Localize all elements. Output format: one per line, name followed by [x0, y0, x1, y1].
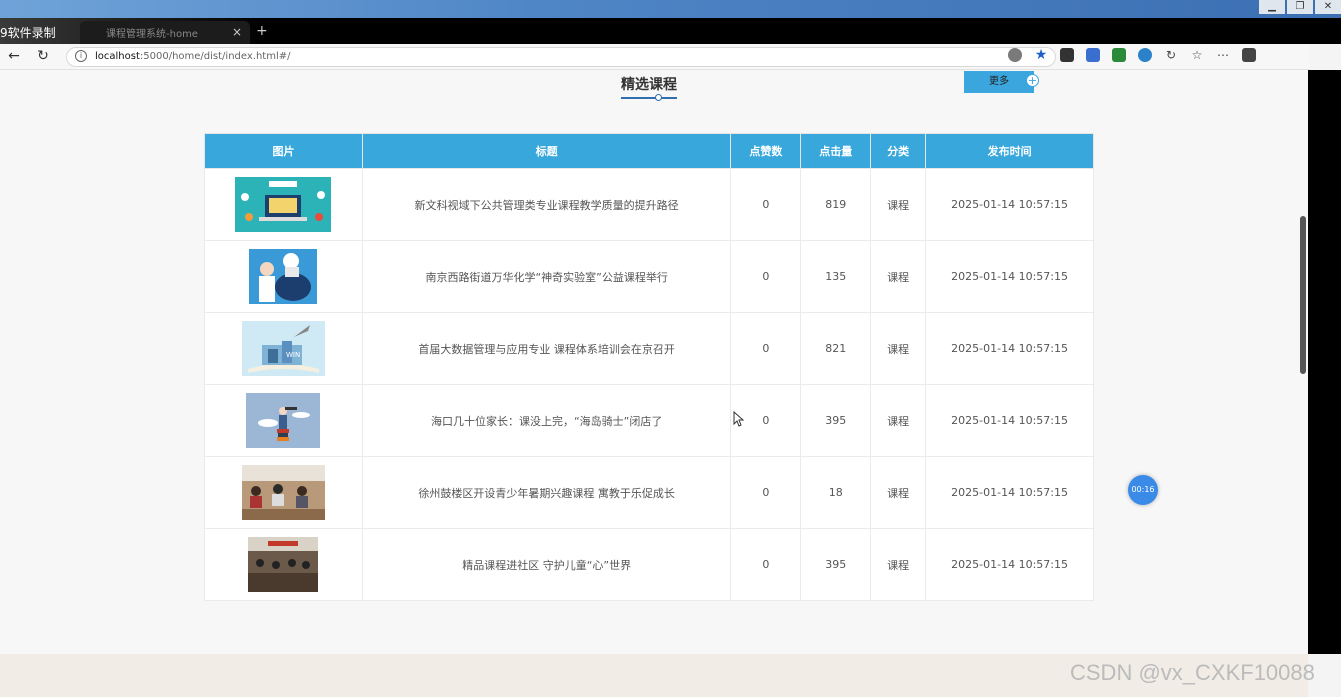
- cell-time: 2025-01-14 10:57:15: [925, 168, 1094, 241]
- extension-green-icon[interactable]: [1112, 48, 1126, 62]
- recorder-label: 9软件录制: [0, 26, 56, 40]
- cell-title[interactable]: 海口几十位家长：课没上完，“海岛骑士”闭店了: [361, 384, 732, 457]
- cell-time: 2025-01-14 10:57:15: [925, 528, 1094, 601]
- new-tab-icon[interactable]: +: [256, 23, 268, 39]
- cell-time: 2025-01-14 10:57:15: [925, 384, 1094, 457]
- favorites-icon[interactable]: ☆: [1190, 48, 1204, 62]
- course-thumbnail[interactable]: [246, 393, 321, 448]
- cell-clicks: 819: [800, 168, 872, 241]
- refresh-ext-icon[interactable]: ↻: [1164, 48, 1178, 62]
- cell-clicks: 135: [800, 240, 872, 313]
- more-button[interactable]: 更多: [964, 71, 1034, 93]
- course-thumbnail[interactable]: [235, 177, 332, 232]
- cell-category: 课程: [870, 528, 927, 601]
- cell-category: 课程: [870, 384, 927, 457]
- star-icon[interactable]: ★: [1034, 48, 1048, 62]
- extension-red-icon[interactable]: [1060, 48, 1074, 62]
- page-content: 精选课程 更多 + 图片 标题 点赞数 点击量 分类 发布时间 新文科视域下公共…: [0, 70, 1308, 654]
- cell-clicks: 395: [800, 384, 872, 457]
- title-dot: [655, 94, 662, 101]
- cell-title[interactable]: 首届大数据管理与应用专业 课程体系培训会在京召开: [361, 312, 732, 385]
- site-info-icon[interactable]: i: [75, 50, 87, 62]
- table-header-row: 图片 标题 点赞数 点击量 分类 发布时间: [204, 133, 1094, 169]
- cell-time: 2025-01-14 10:57:15: [925, 312, 1094, 385]
- table-row[interactable]: 新文科视域下公共管理类专业课程教学质量的提升路径 0 819 课程 2025-0…: [204, 168, 1094, 241]
- table-row[interactable]: 精品课程进社区 守护儿童“心”世界 0 395 课程 2025-01-14 10…: [204, 528, 1094, 601]
- scrollbar-thumb[interactable]: [1300, 216, 1306, 374]
- table-row[interactable]: 海口几十位家长：课没上完，“海岛骑士”闭店了 0 395 课程 2025-01-…: [204, 384, 1094, 457]
- course-thumbnail[interactable]: [248, 537, 319, 592]
- cell-clicks: 18: [800, 456, 872, 529]
- col-header-likes: 点赞数: [730, 133, 802, 169]
- back-icon[interactable]: ←: [5, 48, 23, 64]
- cell-category: 课程: [870, 240, 927, 313]
- url-path: :5000/home/dist/index.html#/: [139, 51, 291, 62]
- col-header-time: 发布时间: [925, 133, 1094, 169]
- cell-likes: 0: [730, 528, 802, 601]
- course-thumbnail[interactable]: [241, 465, 325, 520]
- close-icon[interactable]: ✕: [1315, 0, 1341, 14]
- scrollbar-track[interactable]: [1308, 70, 1341, 654]
- more-menu-icon[interactable]: ⋯: [1216, 48, 1230, 62]
- cell-title[interactable]: 新文科视域下公共管理类专业课程教学质量的提升路径: [361, 168, 732, 241]
- sidebar-toggle-icon[interactable]: [1242, 48, 1256, 62]
- cell-image[interactable]: [204, 456, 363, 529]
- window-controls: ▁ ❐ ✕: [1257, 0, 1341, 14]
- plus-icon[interactable]: +: [1026, 74, 1039, 87]
- table-row[interactable]: WIN 首届大数据管理与应用专业 课程体系培训会在京召开 0 821 课程 20…: [204, 312, 1094, 385]
- minimize-icon[interactable]: ▁: [1259, 0, 1285, 14]
- col-header-clicks: 点击量: [800, 133, 872, 169]
- url-host: localhost: [95, 51, 140, 62]
- cell-time: 2025-01-14 10:57:15: [925, 456, 1094, 529]
- os-taskbar-strip: ▁ ❐ ✕: [0, 0, 1341, 18]
- cell-title[interactable]: 精品课程进社区 守护儿童“心”世界: [361, 528, 732, 601]
- translate-icon[interactable]: [1008, 48, 1022, 62]
- extension-cloud-icon[interactable]: [1138, 48, 1152, 62]
- cell-title[interactable]: 徐州鼓楼区开设青少年暑期兴趣课程 寓教于乐促成长: [361, 456, 732, 529]
- mouse-cursor-icon: [733, 411, 745, 427]
- browser-tabbar: 9软件录制 课程管理系统-home × +: [0, 18, 1341, 44]
- browser-addressbar: ← ↻ i localhost:5000/home/dist/index.htm…: [0, 44, 1310, 70]
- title-underline: [621, 97, 677, 99]
- table-row[interactable]: 南京西路街道万华化学“神奇实验室”公益课程举行 0 135 课程 2025-01…: [204, 240, 1094, 313]
- cell-image[interactable]: [204, 168, 363, 241]
- url-input[interactable]: i localhost:5000/home/dist/index.html#/: [66, 47, 1056, 67]
- cell-category: 课程: [870, 312, 927, 385]
- tab-close-icon[interactable]: ×: [232, 25, 242, 39]
- browser-toolbar: ★ ↻ ☆ ⋯: [1008, 48, 1256, 66]
- cell-image[interactable]: [204, 528, 363, 601]
- cell-image[interactable]: [204, 240, 363, 313]
- cell-image[interactable]: [204, 384, 363, 457]
- maximize-icon[interactable]: ❐: [1287, 0, 1313, 14]
- cell-likes: 0: [730, 312, 802, 385]
- recording-timer[interactable]: 00:16: [1128, 475, 1158, 505]
- course-table: 图片 标题 点赞数 点击量 分类 发布时间 新文科视域下公共管理类专业课程教学质…: [204, 133, 1094, 601]
- table-row[interactable]: 徐州鼓楼区开设青少年暑期兴趣课程 寓教于乐促成长 0 18 课程 2025-01…: [204, 456, 1094, 529]
- course-thumbnail[interactable]: [249, 249, 318, 304]
- cell-time: 2025-01-14 10:57:15: [925, 240, 1094, 313]
- col-header-title: 标题: [361, 133, 732, 169]
- cell-image[interactable]: WIN: [204, 312, 363, 385]
- cell-category: 课程: [870, 456, 927, 529]
- extension-blue-icon[interactable]: [1086, 48, 1100, 62]
- svg-text:WIN: WIN: [286, 351, 300, 359]
- cell-title[interactable]: 南京西路街道万华化学“神奇实验室”公益课程举行: [361, 240, 732, 313]
- cell-likes: 0: [730, 456, 802, 529]
- cell-clicks: 395: [800, 528, 872, 601]
- cell-likes: 0: [730, 168, 802, 241]
- browser-tab[interactable]: 课程管理系统-home ×: [80, 21, 250, 44]
- cell-clicks: 821: [800, 312, 872, 385]
- reload-icon[interactable]: ↻: [34, 48, 52, 64]
- cell-likes: 0: [730, 240, 802, 313]
- tab-title: 课程管理系统-home: [106, 29, 198, 40]
- course-thumbnail[interactable]: WIN: [241, 321, 325, 376]
- cell-category: 课程: [870, 168, 927, 241]
- col-header-category: 分类: [870, 133, 927, 169]
- watermark: CSDN @vx_CXKF10088: [1070, 660, 1315, 685]
- col-header-image: 图片: [204, 133, 363, 169]
- section-title: 精选课程: [621, 77, 677, 93]
